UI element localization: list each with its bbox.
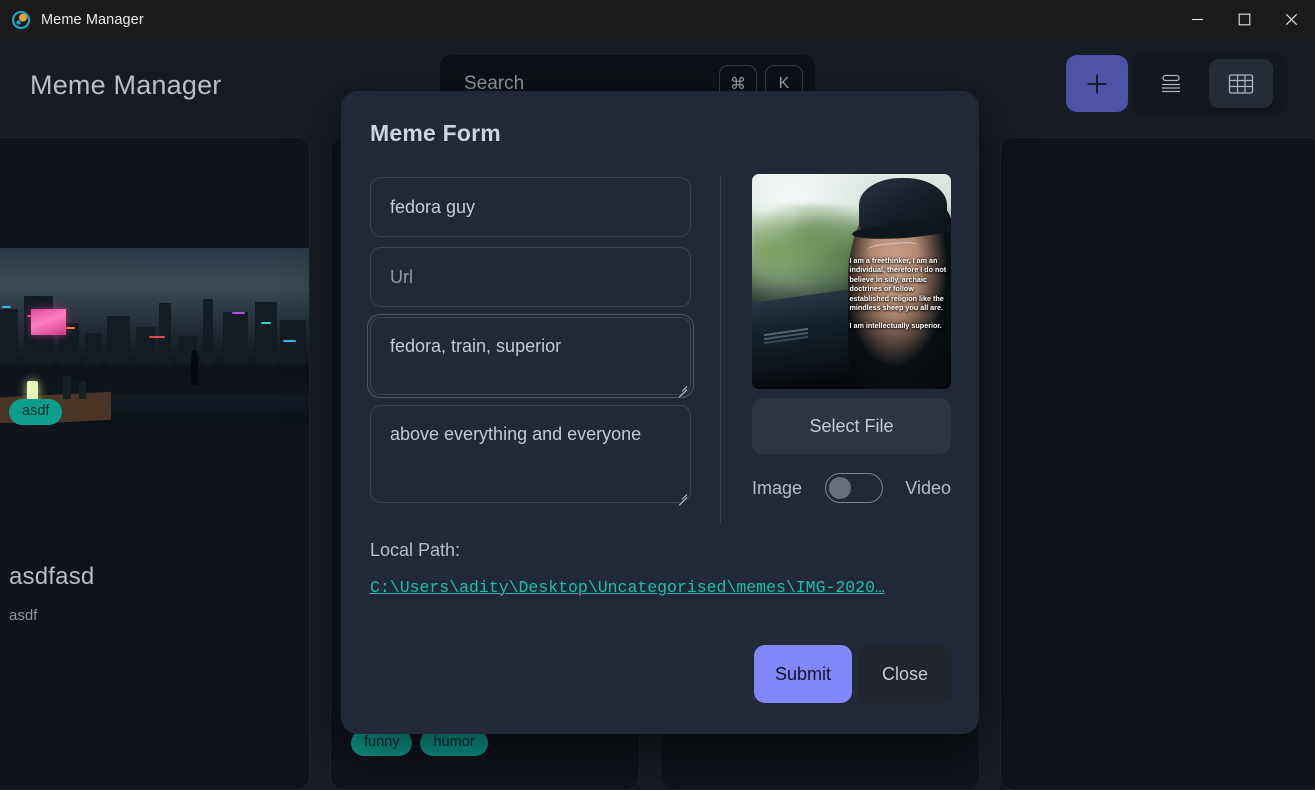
- grid-view-button[interactable]: [1209, 59, 1273, 108]
- meme-description-textarea-wrap: above everything and everyone: [370, 405, 691, 506]
- close-icon[interactable]: [1268, 0, 1315, 39]
- local-path-link[interactable]: C:\Users\adity\Desktop\Uncategorised\mem…: [370, 578, 950, 597]
- list-view-icon: [1159, 74, 1183, 94]
- meme-card-title: asdfasd: [9, 563, 95, 590]
- page-title: Meme Manager: [30, 69, 222, 100]
- local-path-label: Local Path:: [370, 540, 461, 560]
- tag-chip[interactable]: asdf: [9, 399, 63, 426]
- meme-url-input[interactable]: Url: [370, 247, 691, 307]
- meme-caption-line-1: I am a freethinker, I am an individual, …: [849, 255, 947, 313]
- meme-tags-textarea-wrap: fedora, train, superior: [367, 314, 694, 398]
- add-meme-button[interactable]: [1066, 55, 1128, 112]
- meme-card[interactable]: [1000, 137, 1315, 790]
- cyberpunk-cityscape-image: [0, 248, 309, 423]
- meme-image-preview: I am a freethinker, I am an individual, …: [752, 174, 951, 389]
- meme-tags-textarea[interactable]: fedora, train, superior: [370, 317, 691, 395]
- meme-card-body: asdfasd asdf: [0, 563, 309, 624]
- app-logo-icon: [12, 10, 30, 29]
- meme-description-textarea[interactable]: above everything and everyone: [370, 405, 691, 503]
- meme-name-input[interactable]: fedora guy: [370, 177, 691, 237]
- window-title: Meme Manager: [41, 11, 144, 28]
- view-mode-toggle-group: [1132, 52, 1288, 115]
- meme-card-tags: asdf: [9, 399, 63, 426]
- meme-card-image: [0, 248, 309, 423]
- meme-form-dialog: Meme Form fedora guy Url fedora, train, …: [341, 91, 979, 734]
- glowing-can: [27, 381, 38, 401]
- submit-button[interactable]: Submit: [754, 645, 852, 703]
- toggle-label-image: Image: [752, 477, 803, 498]
- media-type-switch[interactable]: [824, 473, 883, 503]
- meme-caption: I am a freethinker, I am an individual, …: [850, 256, 948, 331]
- window-titlebar: Meme Manager: [0, 0, 1315, 39]
- maximize-icon[interactable]: [1221, 0, 1268, 39]
- list-view-button[interactable]: [1139, 59, 1203, 108]
- neon-billboard: [30, 308, 66, 336]
- select-file-button[interactable]: Select File: [752, 398, 951, 454]
- meme-card-description: asdf: [9, 607, 38, 624]
- media-type-toggle-row: Image Video: [752, 471, 951, 505]
- dialog-actions: Submit Close: [754, 645, 952, 703]
- meme-card[interactable]: asdfasd asdf asdf: [0, 137, 310, 790]
- form-fields: fedora guy Url fedora, train, superior a…: [367, 177, 694, 513]
- toggle-label-video: Video: [905, 477, 951, 498]
- skyline-layer: [0, 294, 309, 364]
- close-dialog-button[interactable]: Close: [858, 645, 952, 703]
- grid-view-icon: [1228, 73, 1254, 95]
- minimize-icon[interactable]: [1174, 0, 1221, 39]
- meme-caption-line-2: I am intellectually superior.: [849, 320, 942, 330]
- vertical-divider: [720, 176, 721, 523]
- silhouette-figure: [190, 349, 198, 385]
- dialog-title: Meme Form: [370, 120, 501, 146]
- plus-icon: [1084, 71, 1110, 97]
- switch-knob: [828, 477, 851, 499]
